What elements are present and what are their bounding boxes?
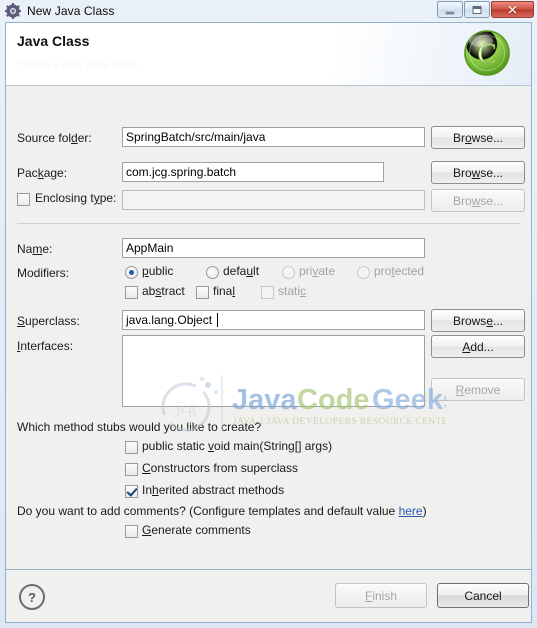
interfaces-remove-button: Remove: [431, 378, 525, 401]
stub-main-checkbox[interactable]: [125, 441, 138, 454]
package-browse-button[interactable]: Browse...: [431, 161, 525, 184]
dialog-footer: ? Finish Cancel: [6, 569, 531, 622]
superclass-input[interactable]: java.lang.Object: [122, 310, 425, 330]
modifier-abstract-label: abstract: [142, 284, 185, 298]
source-folder-label: Source folder:: [17, 131, 92, 145]
method-stubs-question: Which method stubs would you like to cre…: [17, 420, 262, 434]
close-icon: ✕: [507, 2, 518, 17]
interfaces-list[interactable]: [122, 335, 425, 407]
name-label: Name:: [17, 242, 53, 256]
configure-templates-link[interactable]: here: [399, 504, 423, 518]
modifiers-label: Modifiers:: [17, 266, 70, 280]
generate-comments-label: Generate comments: [142, 523, 251, 537]
page-title: Java Class: [17, 33, 90, 49]
text-caret: [217, 313, 218, 327]
maximize-button[interactable]: [464, 1, 490, 18]
dialog-body: Source folder: SpringBatch/src/main/java…: [6, 87, 531, 569]
title-bar: New Java Class ✕: [0, 0, 537, 21]
comments-question-text: Do you want to add comments? (Configure …: [17, 504, 399, 518]
name-input[interactable]: AppMain: [122, 238, 425, 258]
modifier-static-label: static: [278, 284, 307, 298]
dialog-header: Java Class Create a new Java class. C: [6, 23, 531, 86]
enclosing-type-checkbox[interactable]: [17, 193, 30, 206]
maximize-icon: [472, 5, 482, 14]
superclass-browse-button[interactable]: Browse...: [431, 309, 525, 332]
enclosing-type-label: Enclosing type:: [35, 191, 117, 205]
cancel-button[interactable]: Cancel: [437, 583, 529, 608]
superclass-label: Superclass:: [17, 314, 80, 328]
modifier-default-radio[interactable]: [206, 266, 219, 279]
source-folder-input[interactable]: SpringBatch/src/main/java: [122, 127, 425, 147]
page-subtitle: Create a new Java class.: [17, 59, 140, 71]
minimize-icon: [445, 11, 455, 14]
new-java-class-dialog: New Java Class ✕ Java Class Create a new…: [0, 0, 537, 628]
modifier-final-label: final: [213, 284, 236, 298]
modifier-protected-label: protected: [374, 264, 425, 278]
modifier-private-radio: [282, 266, 295, 279]
modifier-public-radio[interactable]: [125, 266, 138, 279]
help-button[interactable]: ?: [19, 584, 45, 610]
close-button[interactable]: ✕: [491, 1, 534, 18]
package-input[interactable]: com.jcg.spring.batch: [122, 162, 384, 182]
interfaces-add-button[interactable]: Add...: [431, 335, 525, 358]
section-divider-1: [17, 223, 520, 224]
modifier-default-label: default: [223, 264, 260, 278]
modifier-abstract-checkbox[interactable]: [125, 286, 138, 299]
stub-main-label: public static void main(String[] args): [142, 439, 333, 453]
stub-inherited-checkbox[interactable]: [125, 485, 138, 498]
generate-comments-checkbox[interactable]: [125, 525, 138, 538]
java-class-green-c-icon: C: [461, 27, 513, 79]
minimize-button[interactable]: [437, 1, 463, 18]
window-controls: ✕: [436, 1, 534, 18]
stub-inherited-label: Inherited abstract methods: [142, 483, 285, 497]
source-folder-browse-button[interactable]: Browse...: [431, 126, 525, 149]
stub-constructors-label: Constructors from superclass: [142, 461, 299, 475]
interfaces-label: Interfaces:: [17, 339, 74, 353]
comments-question-tail: ): [422, 504, 427, 518]
modifier-private-label: private: [299, 264, 336, 278]
enclosing-type-input[interactable]: [122, 190, 425, 210]
modifier-public-label: public: [142, 264, 174, 278]
window-title: New Java Class: [27, 3, 115, 18]
modifier-protected-radio: [357, 266, 370, 279]
enclosing-type-browse-button: Browse...: [431, 189, 525, 212]
modifier-static-checkbox: [261, 286, 274, 299]
package-label: Package:: [17, 166, 68, 180]
svg-text:JAVA 2 JAVA DEVELOPERS RESOURC: JAVA 2 JAVA DEVELOPERS RESOURCE CENTER: [233, 417, 446, 427]
finish-button: Finish: [335, 583, 427, 608]
dialog-client-area: Java Class Create a new Java class. C So…: [5, 22, 532, 623]
stub-constructors-checkbox[interactable]: [125, 463, 138, 476]
comments-question: Do you want to add comments? (Configure …: [17, 504, 427, 518]
modifier-final-checkbox[interactable]: [196, 286, 209, 299]
gear-icon: [5, 2, 21, 19]
